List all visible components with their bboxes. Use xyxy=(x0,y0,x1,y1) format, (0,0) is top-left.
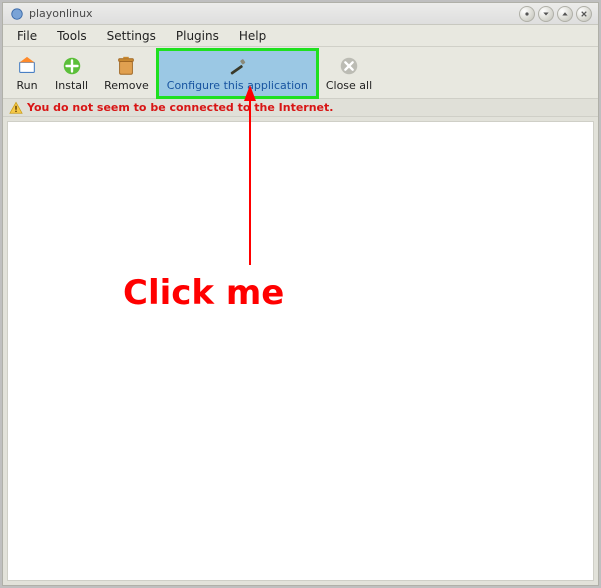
menu-tools[interactable]: Tools xyxy=(47,26,97,46)
status-bar: You do not seem to be connected to the I… xyxy=(3,99,598,117)
close-all-button[interactable]: Close all xyxy=(318,49,380,98)
app-window: playonlinux File Tools Settings Plugins … xyxy=(2,2,599,586)
window-buttons xyxy=(519,6,592,22)
minimize-button[interactable] xyxy=(519,6,535,22)
titlebar: playonlinux xyxy=(3,3,598,25)
install-label: Install xyxy=(55,79,88,92)
close-button[interactable] xyxy=(576,6,592,22)
configure-icon xyxy=(226,55,248,77)
warning-icon xyxy=(9,101,23,115)
status-message: You do not seem to be connected to the I… xyxy=(27,101,333,114)
run-icon xyxy=(16,55,38,77)
menu-settings[interactable]: Settings xyxy=(97,26,166,46)
remove-button[interactable]: Remove xyxy=(96,49,157,98)
menu-label: File xyxy=(17,29,37,43)
menu-plugins[interactable]: Plugins xyxy=(166,26,229,46)
close-all-icon xyxy=(338,55,360,77)
toolbar: Run Install Remove xyxy=(3,47,598,99)
run-label: Run xyxy=(16,79,37,92)
install-icon xyxy=(61,55,83,77)
install-button[interactable]: Install xyxy=(47,49,96,98)
remove-label: Remove xyxy=(104,79,149,92)
menu-label: Plugins xyxy=(176,29,219,43)
remove-icon xyxy=(115,55,137,77)
menu-label: Settings xyxy=(107,29,156,43)
content-area xyxy=(7,121,594,581)
window-title: playonlinux xyxy=(29,7,93,20)
configure-button[interactable]: Configure this application xyxy=(157,49,318,98)
menu-label: Help xyxy=(239,29,266,43)
annotation-text: Click me xyxy=(123,273,284,313)
app-icon xyxy=(9,6,25,22)
restore-down-button[interactable] xyxy=(538,6,554,22)
run-button[interactable]: Run xyxy=(7,49,47,98)
maximize-button[interactable] xyxy=(557,6,573,22)
menu-help[interactable]: Help xyxy=(229,26,276,46)
close-all-label: Close all xyxy=(326,79,372,92)
menubar: File Tools Settings Plugins Help xyxy=(3,25,598,47)
menu-file[interactable]: File xyxy=(7,26,47,46)
configure-label: Configure this application xyxy=(167,79,308,92)
menu-label: Tools xyxy=(57,29,87,43)
